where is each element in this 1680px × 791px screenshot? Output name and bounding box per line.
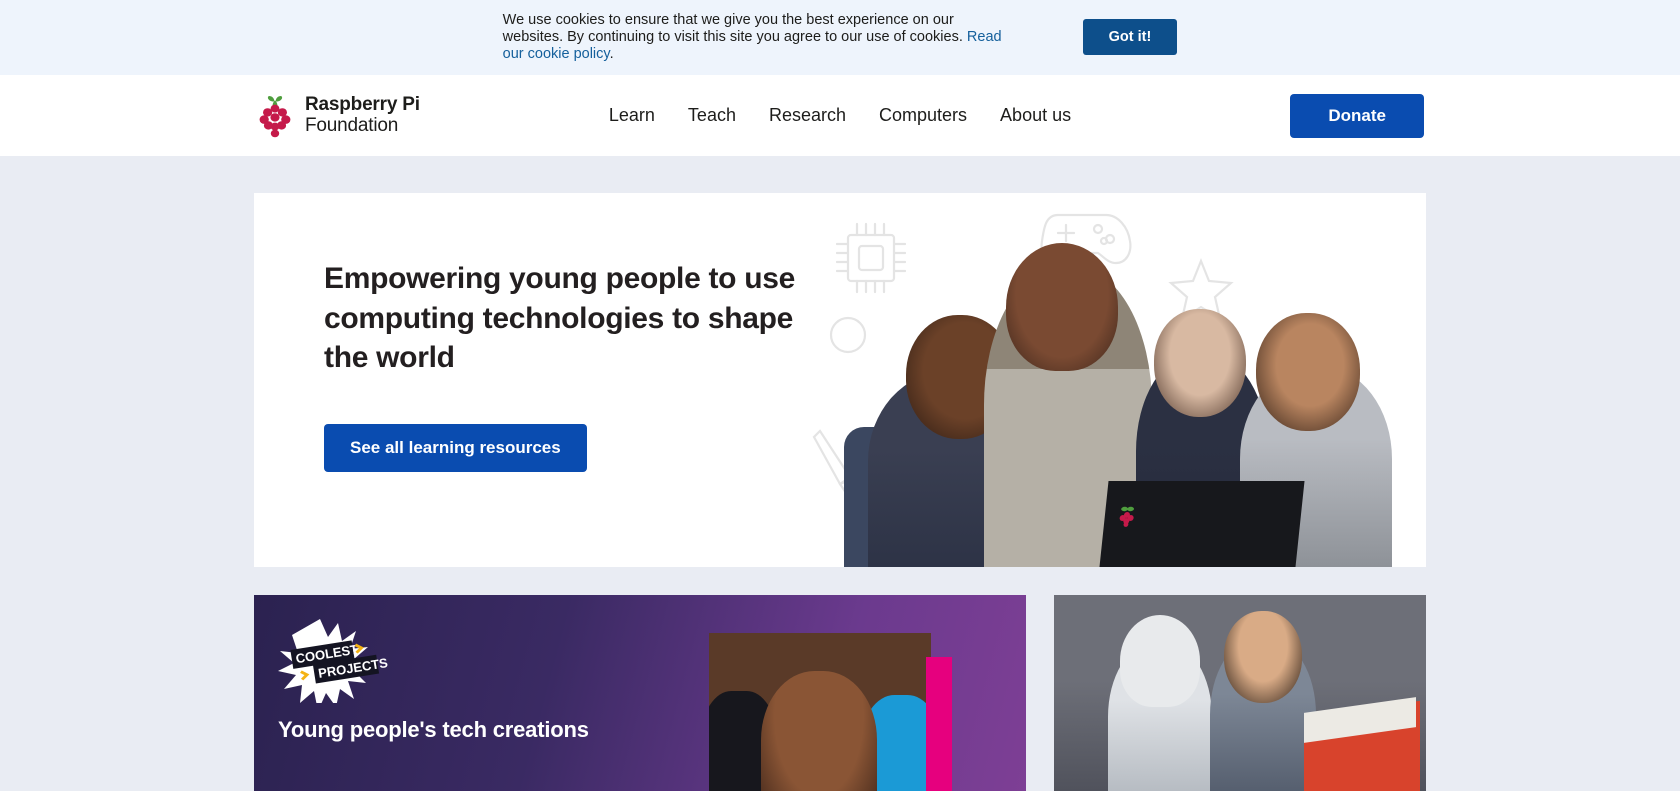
cookie-accept-button[interactable]: Got it! [1082,19,1178,56]
logo-text-line-2: Foundation [305,114,399,136]
site-header: Raspberry Pi Foundation Learn Teach Rese… [0,75,1680,156]
smiling-child-shape [761,671,877,791]
nav-item-learn[interactable]: Learn [609,105,655,126]
cookie-consent-banner: We use cookies to ensure that we give yo… [0,0,1680,75]
coolest-projects-title: Young people's tech creations [278,717,589,742]
nav-item-research[interactable]: Research [769,105,846,126]
student-a-head [1120,615,1200,707]
hero-title: Empowering young people to use computing… [324,262,796,375]
laptop-shape [1099,481,1305,567]
event-photo-card[interactable] [1054,595,1426,791]
magenta-accent-bar [926,657,952,791]
cookie-text-after: . [609,46,614,63]
page-body: Empowering young people to use computing… [0,156,1680,791]
coolest-projects-card[interactable]: COOLEST PROJECTS Young people's tech cre… [254,595,1026,791]
laptop-raspberry-sticker-icon [1119,506,1134,527]
coolest-projects-logo-icon: COOLEST PROJECTS [278,619,389,703]
donate-button[interactable]: Donate [1290,93,1424,138]
main-navigation: Learn Teach Research Computers About us [609,105,1071,126]
raspberry-pi-logo-icon [256,93,294,139]
hero-image [806,193,1426,567]
nav-item-teach[interactable]: Teach [688,105,736,126]
logo-text-line-1: Raspberry Pi [305,94,420,116]
see-all-learning-resources-button[interactable]: See all learning resources [324,423,587,472]
nav-item-computers[interactable]: Computers [879,105,967,126]
feature-cards-row: COOLEST PROJECTS Young people's tech cre… [254,595,1426,791]
student-b-head [1224,611,1302,703]
hero-section: Empowering young people to use computing… [254,193,1426,567]
educator-head [1006,243,1118,371]
site-logo[interactable]: Raspberry Pi Foundation [256,93,420,139]
cookie-banner-text: We use cookies to ensure that we give yo… [503,12,1013,63]
cookie-text-before: We use cookies to ensure that we give yo… [502,11,967,45]
coolest-projects-photo [709,633,931,791]
student-3-head [1256,313,1360,431]
hero-people-photo [836,237,1396,567]
nav-item-about-us[interactable]: About us [1000,105,1071,126]
student-2-head [1154,309,1246,417]
